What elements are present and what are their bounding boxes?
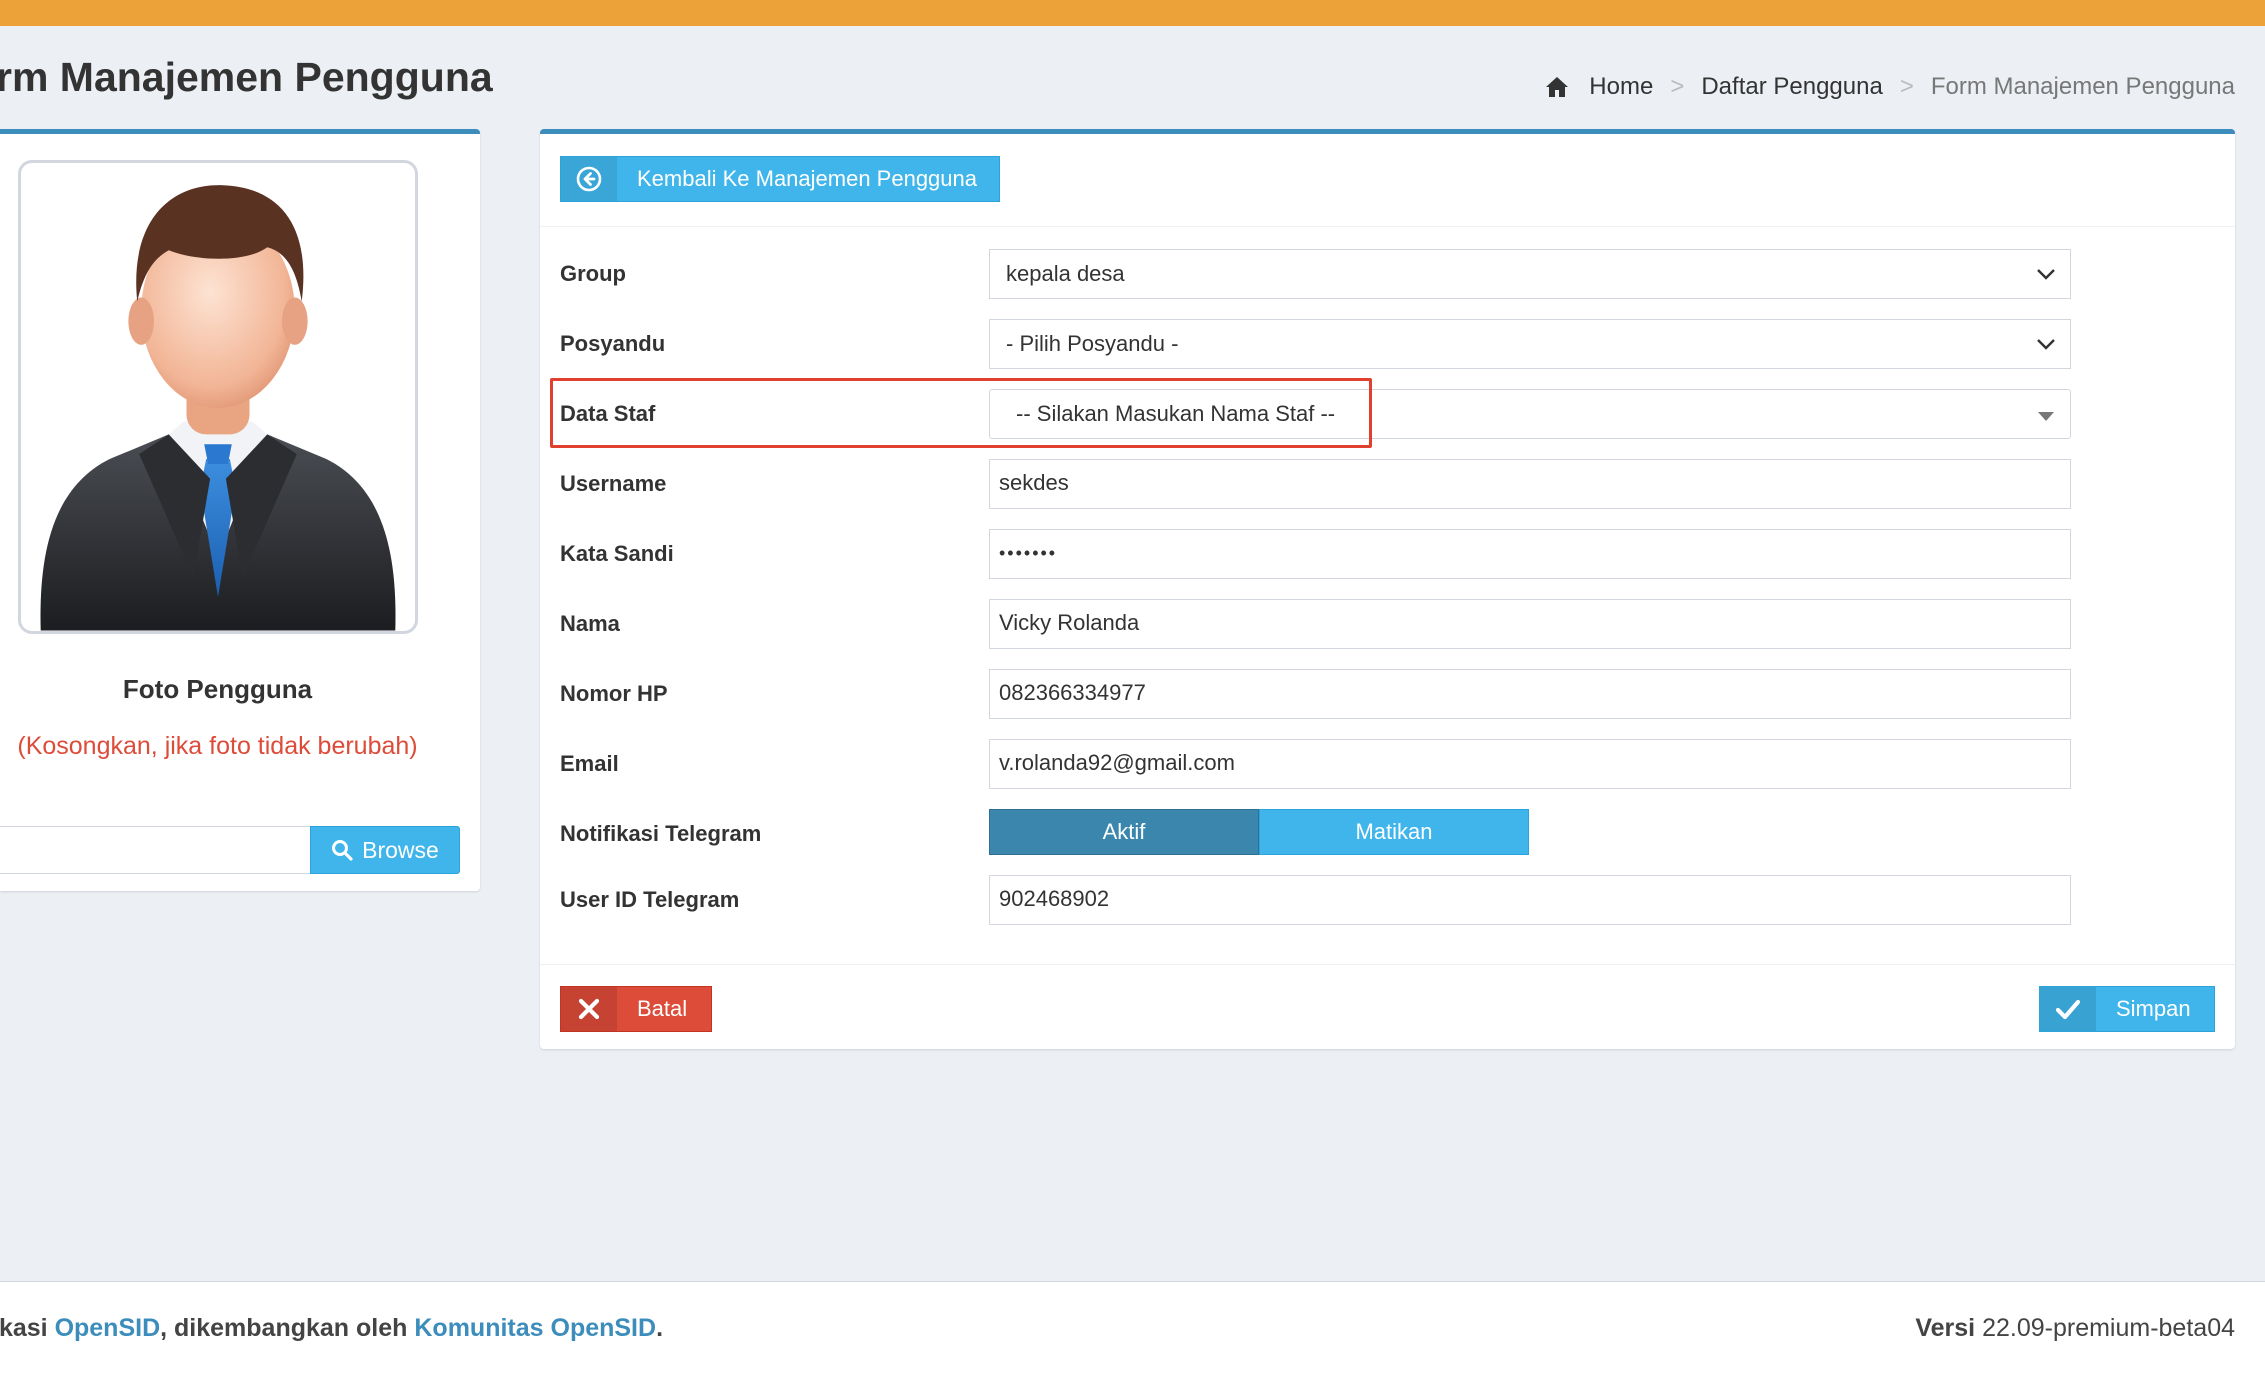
notifikasi-telegram-row: Notifikasi Telegram Aktif Matikan <box>540 809 2235 859</box>
email-input[interactable]: v.rolanda92@gmail.com <box>989 739 2071 789</box>
page-title: rm Manajemen Pengguna <box>0 54 493 100</box>
footer-prefix: ikasi <box>0 1314 48 1342</box>
footer-middle: , dikembangkan oleh <box>160 1314 415 1342</box>
password-row: Kata Sandi ••••••• <box>540 529 2235 579</box>
breadcrumb-daftar-pengguna-link[interactable]: Daftar Pengguna <box>1701 70 1882 104</box>
save-button-label: Simpan <box>2116 996 2191 1021</box>
nomor-hp-row: Nomor HP 082366334977 <box>540 669 2235 719</box>
data-staf-row: Data Staf -- Silakan Masukan Nama Staf -… <box>540 389 2235 439</box>
email-label: Email <box>560 751 619 776</box>
nama-row: Nama Vicky Rolanda <box>540 599 2235 649</box>
email-row: Email v.rolanda92@gmail.com <box>540 739 2235 789</box>
password-label: Kata Sandi <box>560 541 674 566</box>
top-accent-bar <box>0 0 2265 26</box>
check-icon <box>2040 987 2096 1031</box>
breadcrumb-current: Form Manajemen Pengguna <box>1930 73 2235 100</box>
group-label: Group <box>560 261 626 286</box>
user-form-panel: Kembali Ke Manajemen Pengguna Group kepa… <box>540 129 2235 1049</box>
photo-file-input[interactable] <box>0 826 311 874</box>
user-id-telegram-label: User ID Telegram <box>560 887 740 912</box>
komunitas-opensid-link[interactable]: Komunitas OpenSID <box>414 1314 656 1342</box>
cancel-button-label: Batal <box>637 996 688 1021</box>
arrow-circle-left-icon <box>561 157 617 201</box>
breadcrumb: Home > Daftar Pengguna > Form Manajemen … <box>1545 70 2235 104</box>
nama-input[interactable]: Vicky Rolanda <box>989 599 2071 649</box>
opensid-link[interactable]: OpenSID <box>55 1314 161 1342</box>
username-input[interactable]: sekdes <box>989 459 2071 509</box>
notifikasi-telegram-toggle: Aktif Matikan <box>989 809 1529 855</box>
matikan-toggle-button[interactable]: Matikan <box>1259 809 1529 855</box>
posyandu-select-value: - Pilih Posyandu - <box>1006 331 1179 356</box>
version-label: Versi <box>1915 1314 1976 1342</box>
posyandu-row: Posyandu - Pilih Posyandu - <box>540 319 2235 369</box>
aktif-toggle-button[interactable]: Aktif <box>989 809 1259 855</box>
breadcrumb-separator: > <box>1899 73 1914 100</box>
close-icon <box>561 987 617 1031</box>
group-select[interactable]: kepala desa <box>989 249 2071 299</box>
search-icon <box>332 840 353 861</box>
header-divider <box>540 226 2235 227</box>
password-input[interactable]: ••••••• <box>989 529 2071 579</box>
username-label: Username <box>560 471 667 496</box>
back-button-label: Kembali Ke Manajemen Pengguna <box>637 166 978 191</box>
nomor-hp-input[interactable]: 082366334977 <box>989 669 2071 719</box>
caret-down-icon <box>2038 412 2054 421</box>
footer-suffix: . <box>656 1314 664 1342</box>
browse-button[interactable]: Browse <box>310 826 460 874</box>
photo-label: Foto Pengguna <box>122 674 313 704</box>
footer-credits: ikasi OpenSID, dikembangkan oleh Komunit… <box>0 1314 663 1343</box>
nomor-hp-label: Nomor HP <box>560 681 668 706</box>
footer-version: Versi 22.09-premium-beta04 <box>1915 1314 2235 1343</box>
user-id-telegram-input[interactable]: 902468902 <box>989 875 2071 925</box>
page-footer: ikasi OpenSID, dikembangkan oleh Komunit… <box>0 1281 2265 1377</box>
group-select-value: kepala desa <box>1006 261 1125 286</box>
home-icon <box>1546 77 1569 97</box>
data-staf-select-value: -- Silakan Masukan Nama Staf -- <box>1016 401 1336 426</box>
chevron-down-icon <box>2037 269 2055 280</box>
user-avatar-image <box>40 185 396 631</box>
data-staf-select[interactable]: -- Silakan Masukan Nama Staf -- <box>989 389 2071 439</box>
data-staf-label: Data Staf <box>560 401 656 426</box>
breadcrumb-home-link[interactable]: Home <box>1589 70 1653 104</box>
posyandu-select[interactable]: - Pilih Posyandu - <box>989 319 2071 369</box>
group-row: Group kepala desa <box>540 249 2235 299</box>
user-photo <box>18 160 418 634</box>
chevron-down-icon <box>2037 339 2055 350</box>
footer-divider <box>540 964 2235 965</box>
notifikasi-telegram-label: Notifikasi Telegram <box>560 821 762 846</box>
nama-label: Nama <box>560 611 620 636</box>
version-value: 22.09-premium-beta04 <box>1982 1314 2235 1342</box>
user-id-telegram-row: User ID Telegram 902468902 <box>540 875 2235 925</box>
photo-hint: (Kosongkan, jika foto tidak berubah) <box>17 732 418 760</box>
browse-button-label: Browse <box>362 836 439 863</box>
breadcrumb-separator: > <box>1670 73 1685 100</box>
photo-panel: Foto Pengguna (Kosongkan, jika foto tida… <box>0 129 480 891</box>
back-to-user-management-button[interactable]: Kembali Ke Manajemen Pengguna <box>560 156 1000 202</box>
username-row: Username sekdes <box>540 459 2235 509</box>
posyandu-label: Posyandu <box>560 331 666 356</box>
cancel-button[interactable]: Batal <box>560 986 712 1032</box>
save-button[interactable]: Simpan <box>2039 986 2215 1032</box>
